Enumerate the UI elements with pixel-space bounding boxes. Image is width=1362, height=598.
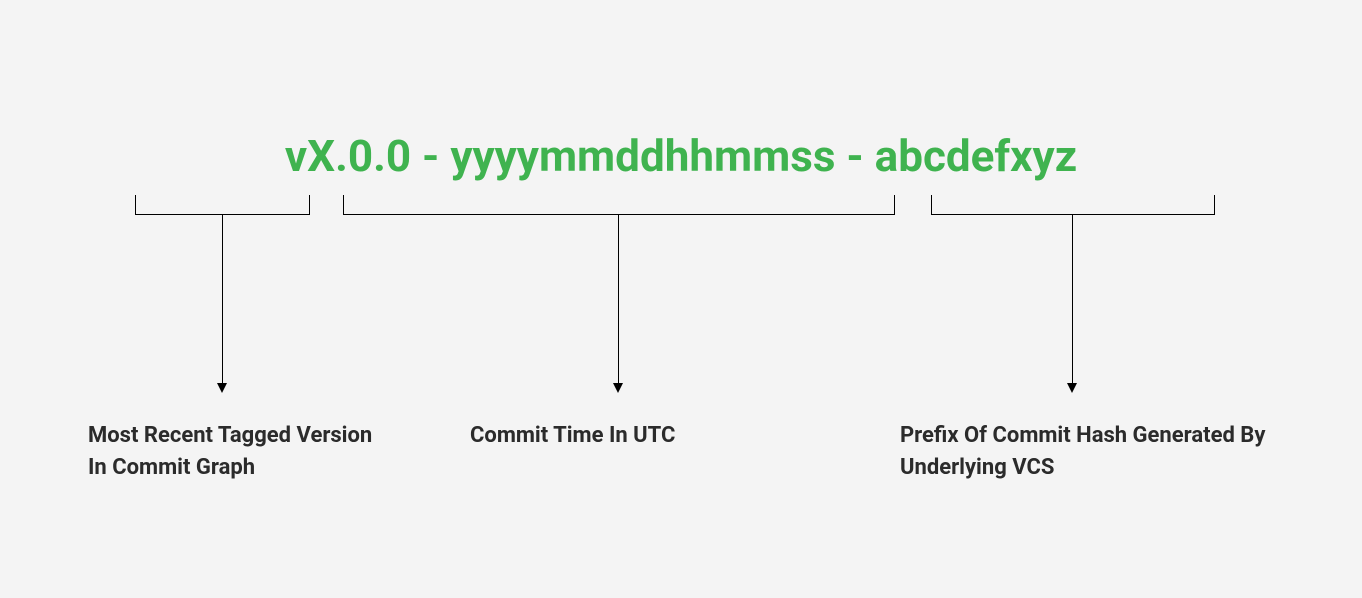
arrow-line-tag [222,215,223,385]
bracket-timestamp [343,195,895,215]
arrow-line-timestamp [618,215,619,385]
label-timestamp: Commit Time In UTC [470,420,770,452]
version-part-tag: vX.0.0 [285,130,411,182]
label-tag: Most Recent Tagged Version In Commit Gra… [88,420,388,484]
version-part-hash: abcdefxyz [875,130,1077,182]
version-string: vX.0.0 - yyyymmddhhmmss - abcdefxyz [0,130,1362,182]
bracket-tag [135,195,310,215]
separator: - [835,130,874,182]
bracket-hash [931,195,1215,215]
arrow-head-timestamp-icon [613,383,623,393]
label-hash: Prefix Of Commit Hash Generated By Under… [900,420,1270,484]
diagram-container: vX.0.0 - yyyymmddhhmmss - abcdefxyz Most… [0,0,1362,598]
version-part-timestamp: yyyymmddhhmmss [450,130,835,182]
separator: - [411,130,450,182]
arrow-line-hash [1072,215,1073,385]
arrow-head-tag-icon [217,383,227,393]
arrow-head-hash-icon [1067,383,1077,393]
